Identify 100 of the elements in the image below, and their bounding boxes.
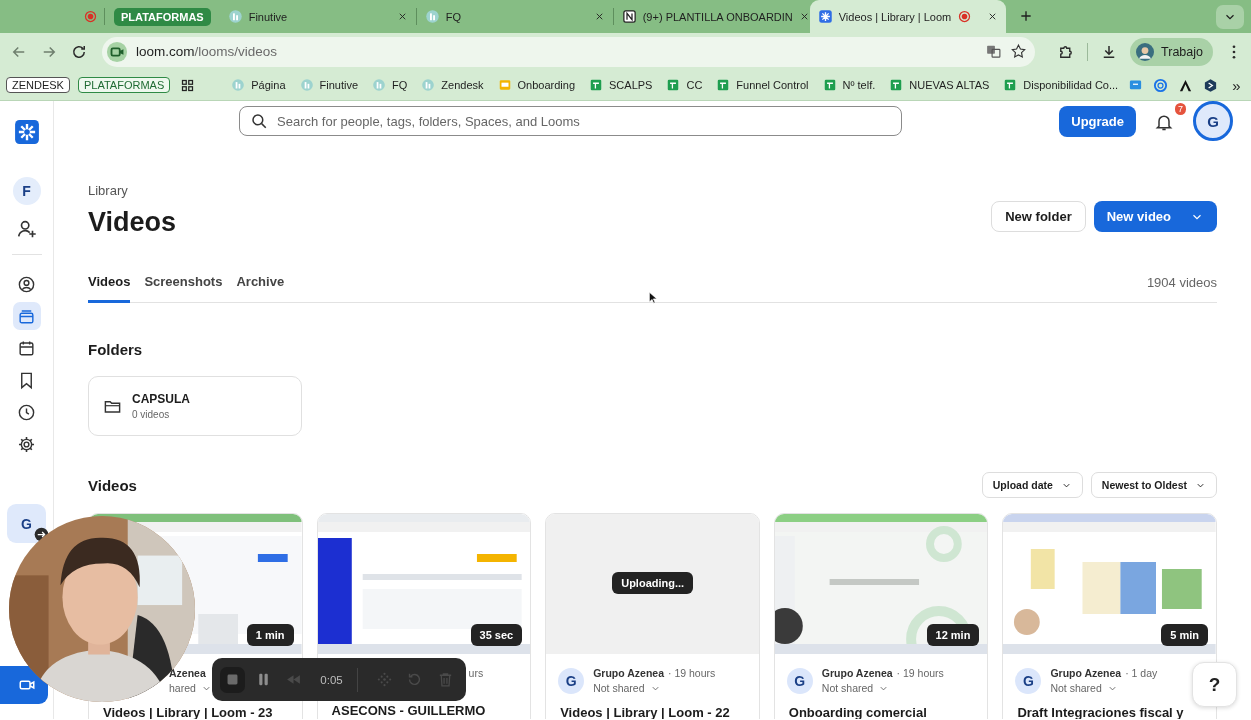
help-button[interactable]: ? — [1192, 662, 1237, 707]
upload-time: · 1 day — [1125, 667, 1158, 679]
bookmark-link[interactable]: Disponibilidad Co... — [1003, 78, 1119, 92]
ring-icon[interactable] — [1153, 77, 1169, 93]
settings-icon — [17, 434, 36, 454]
clock-icon — [17, 402, 36, 422]
bookmark-chip[interactable]: PLATAFORMAS — [77, 77, 171, 93]
sharing-dropdown[interactable]: Not shared — [821, 682, 944, 694]
new-folder-button[interactable]: New folder — [991, 201, 1086, 232]
author-name: Grupo Azenea — [593, 667, 664, 679]
sort-dropdown[interactable]: Upload date — [981, 472, 1083, 498]
spreadsheet-icon — [889, 78, 904, 92]
author-name: Grupo Azenea — [821, 667, 893, 679]
search-field[interactable]: Search for people, tags, folders, Spaces, and Looms — [239, 106, 902, 136]
folder-name: CAPSULA — [132, 392, 190, 406]
url-host: loom.com — [136, 44, 195, 59]
peak-logo-icon[interactable] — [1178, 77, 1194, 93]
bookmark-link[interactable]: Nº telf. — [822, 78, 876, 92]
site-icon — [106, 40, 128, 63]
user-avatar[interactable]: G — [1193, 101, 1233, 141]
add-user-icon[interactable] — [15, 218, 38, 240]
spreadsheet-icon — [589, 78, 604, 92]
bookmark-link[interactable]: Finutive — [299, 78, 359, 92]
tab[interactable]: Screenshots — [144, 268, 223, 303]
author-name: Grupo Azenea — [1050, 667, 1122, 679]
browser-tab[interactable]: Videos | Library | Loom — [809, 0, 1006, 33]
bookmark-link[interactable]: Zendesk — [421, 78, 484, 92]
stop-button[interactable] — [220, 666, 245, 693]
upload-time: · 19 hours — [896, 667, 944, 679]
n-logo-icon — [621, 9, 637, 24]
bookmark-link[interactable]: CC — [666, 78, 703, 92]
bookmark-link[interactable]: SCALPS — [589, 78, 653, 92]
search-icon — [250, 112, 268, 130]
duration-badge: 5 min — [1161, 624, 1208, 646]
upload-time: · 19 hours — [668, 667, 716, 679]
record-icon — [83, 9, 98, 24]
more-bookmarks-button[interactable]: » — [1232, 76, 1241, 94]
star-icon[interactable] — [1010, 43, 1028, 60]
author-avatar: G — [1015, 667, 1042, 694]
duration-badge: 12 min — [926, 624, 980, 646]
duration-badge: 1 min — [246, 624, 294, 646]
author-avatar: G — [558, 667, 585, 694]
tab[interactable]: Videos — [88, 268, 131, 303]
upload-time: urs — [468, 667, 484, 679]
person-icon — [17, 274, 36, 294]
bookmark-link[interactable]: NUEVAS ALTAS — [889, 78, 990, 92]
author-name: Azenea — [169, 667, 206, 679]
spreadsheet-icon — [822, 78, 837, 92]
workspace-avatar[interactable]: F — [12, 177, 41, 205]
folder-card[interactable]: CAPSULA 0 videos — [88, 376, 302, 436]
tab-title: Finutive — [248, 10, 288, 23]
section-heading: Folders — [88, 341, 144, 358]
bookmark-chip[interactable]: ZENDESK — [6, 77, 70, 93]
sharing-dropdown[interactable]: Not shared — [1050, 682, 1158, 694]
address-field[interactable]: loom.com/looms/videos — [102, 36, 1036, 67]
app-logo-icon — [227, 9, 243, 24]
record-button[interactable] — [0, 666, 48, 704]
spreadsheet-icon — [666, 78, 681, 92]
folder-count: 0 videos — [132, 409, 171, 420]
video-card[interactable]: 12 min G Grupo Azenea · 19 hours Not shared Onboarding comercial — [773, 513, 989, 719]
browser-tab[interactable]: (9+) PLANTILLA ONBOARDIN — [613, 0, 810, 33]
app-logo-icon — [424, 9, 440, 24]
draw-icon — [375, 671, 393, 688]
author-avatar: G — [786, 667, 813, 694]
new-video-button[interactable]: New video — [1093, 201, 1217, 232]
url-path: /looms/videos — [194, 44, 278, 59]
translate-icon[interactable] — [985, 43, 1003, 60]
app-logo-icon — [421, 78, 436, 92]
browser-tab[interactable]: FQ — [416, 0, 613, 33]
upload-status: Uploading... — [612, 572, 694, 594]
tab-title: Videos | Library | Loom — [838, 10, 952, 23]
video-title: Onboarding comercial — [787, 704, 928, 719]
apps-grid-icon[interactable] — [180, 77, 196, 93]
slides-icon — [497, 78, 512, 92]
calendar-icon — [17, 338, 36, 358]
hexagon-icon[interactable] — [1203, 77, 1219, 93]
tab-title: (9+) PLANTILLA ONBOARDIN — [642, 10, 793, 23]
account-avatar[interactable]: G — [7, 504, 46, 543]
sharing-dropdown[interactable]: hared — [169, 682, 212, 694]
sharing-dropdown[interactable]: Not shared — [593, 682, 716, 694]
video-title: Draft Integraciones fiscal y — [1016, 704, 1185, 719]
profile-button[interactable]: Trabajo — [1130, 37, 1213, 66]
bookmark-link[interactable]: Funnel Control — [716, 78, 809, 92]
app-logo-icon — [299, 78, 314, 92]
video-title: ASECONS - GUILLERMO — [330, 702, 487, 718]
recording-time: 0:05 — [320, 673, 343, 686]
bookmark-link[interactable]: Página — [231, 78, 286, 92]
app-logo-icon — [372, 78, 387, 92]
browser-tab[interactable]: Finutive — [219, 0, 416, 33]
video-count: 1904 videos — [1146, 275, 1217, 292]
bookmark-link[interactable]: FQ — [372, 78, 408, 92]
section-heading: Videos — [88, 476, 137, 494]
sort-dropdown[interactable]: Newest to Oldest — [1090, 472, 1217, 498]
tab[interactable]: Archive — [236, 268, 285, 303]
loom-logo-icon[interactable] — [13, 119, 40, 145]
tab-group-chip[interactable]: PLATAFORMAS — [114, 7, 211, 26]
bookmark-link[interactable]: Onboarding — [497, 78, 576, 92]
upgrade-button[interactable]: Upgrade — [1059, 105, 1136, 137]
breadcrumb: Library — [88, 183, 129, 198]
spreadsheet-icon — [1003, 78, 1018, 92]
